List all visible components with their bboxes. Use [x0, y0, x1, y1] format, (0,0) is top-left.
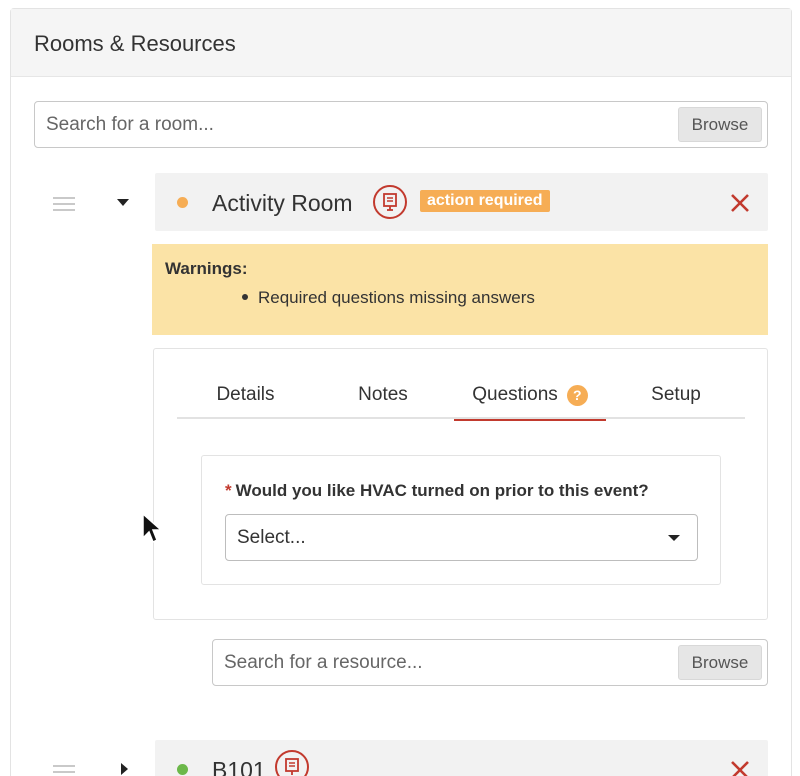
warning-text: Required questions missing answers	[258, 288, 535, 307]
room-search-box: Browse	[34, 101, 768, 148]
resource-search-box: Browse	[212, 639, 768, 686]
room-search-input[interactable]	[46, 102, 559, 147]
tab-notes[interactable]: Notes	[314, 371, 452, 419]
collapse-caret-icon[interactable]	[117, 199, 129, 206]
action-required-badge: action required	[420, 190, 550, 212]
tab-label: Questions	[472, 384, 558, 405]
question-card: * Would you like HVAC turned on prior to …	[201, 455, 721, 585]
warnings-box: Warnings: Required questions missing ans…	[152, 244, 768, 335]
presentation-board-icon	[373, 185, 407, 219]
drag-handle-icon[interactable]	[53, 197, 75, 215]
resource-browse-button[interactable]: Browse	[678, 645, 762, 680]
expand-caret-icon[interactable]	[121, 763, 128, 775]
room-row-b101[interactable]: B101	[155, 740, 768, 776]
panel-header: Rooms & Resources	[11, 9, 791, 77]
room-row-activity-room[interactable]: Activity Room action required	[155, 173, 768, 231]
question-mark-icon: ?	[566, 384, 588, 406]
drag-handle-icon[interactable]	[53, 765, 75, 776]
list-item: Required questions missing answers	[242, 288, 535, 308]
tab-questions[interactable]: Questions ?	[454, 371, 606, 421]
room-name[interactable]: Activity Room	[212, 190, 353, 217]
hvac-select[interactable]: Select...	[225, 514, 698, 561]
panel-title: Rooms & Resources	[34, 31, 236, 56]
tab-bar: Details Notes Questions ? Setup	[177, 371, 745, 421]
bullet-icon	[242, 293, 248, 300]
tab-label: Notes	[358, 384, 408, 405]
tab-label: Details	[216, 384, 275, 405]
room-browse-button[interactable]: Browse	[678, 107, 762, 142]
required-marker: *	[225, 481, 232, 500]
warnings-list: Required questions missing answers	[242, 288, 535, 308]
room-detail-card: Details Notes Questions ? Setup * Would y…	[153, 348, 768, 620]
question-text: Would you like HVAC turned on prior to t…	[235, 481, 649, 500]
status-dot-icon	[177, 764, 188, 775]
select-value: Select...	[237, 527, 306, 548]
status-dot-icon	[177, 197, 188, 208]
resource-search-input[interactable]	[224, 640, 612, 685]
tab-setup[interactable]: Setup	[607, 371, 745, 419]
close-icon[interactable]	[729, 759, 751, 776]
presentation-board-icon	[275, 750, 309, 776]
question-label: * Would you like HVAC turned on prior to …	[225, 481, 649, 501]
tab-details[interactable]: Details	[177, 371, 314, 419]
close-icon[interactable]	[729, 192, 751, 214]
room-name[interactable]: B101	[212, 757, 266, 776]
tab-label: Setup	[651, 384, 701, 405]
chevron-down-icon	[668, 535, 680, 541]
warnings-title: Warnings:	[165, 259, 248, 278]
mouse-cursor-icon	[141, 512, 163, 551]
